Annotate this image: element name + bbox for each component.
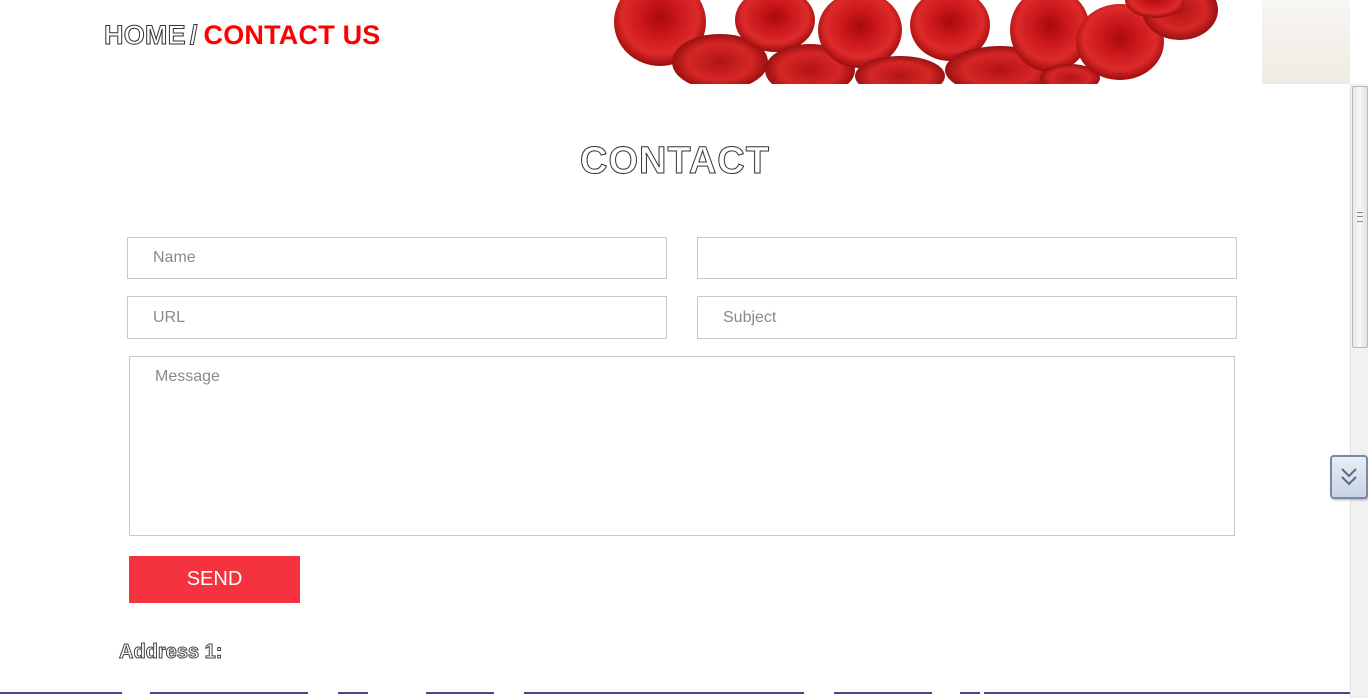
send-button[interactable]: SEND [129,556,300,603]
breadcrumb-current: CONTACT US [203,20,381,50]
message-textarea[interactable] [129,356,1235,536]
name-input[interactable] [127,237,667,279]
banner-fade [1262,0,1350,84]
subject-input[interactable] [697,296,1237,339]
contact-page: HOME / CONTACT US CONTACT Name URL Subje… [0,0,1368,698]
url-input[interactable] [127,296,667,339]
vertical-scrollbar[interactable] [1350,84,1368,698]
scroll-grip-icon [1357,212,1363,222]
scrollbar-thumb[interactable] [1352,86,1368,348]
double-chevron-down-icon [1341,468,1357,486]
breadcrumb-separator: / [189,20,198,51]
red-blood-cells-image [614,0,1218,84]
breadcrumb-home-link[interactable]: HOME [104,20,187,51]
bottom-cutoff-content [0,690,1350,698]
header-banner-image [600,0,1260,84]
scroll-down-button[interactable] [1330,455,1368,499]
address-label: Address 1: [118,641,223,664]
email-input[interactable] [697,237,1237,279]
page-title: CONTACT [580,140,770,183]
breadcrumb: HOME / CONTACT US [104,20,381,51]
